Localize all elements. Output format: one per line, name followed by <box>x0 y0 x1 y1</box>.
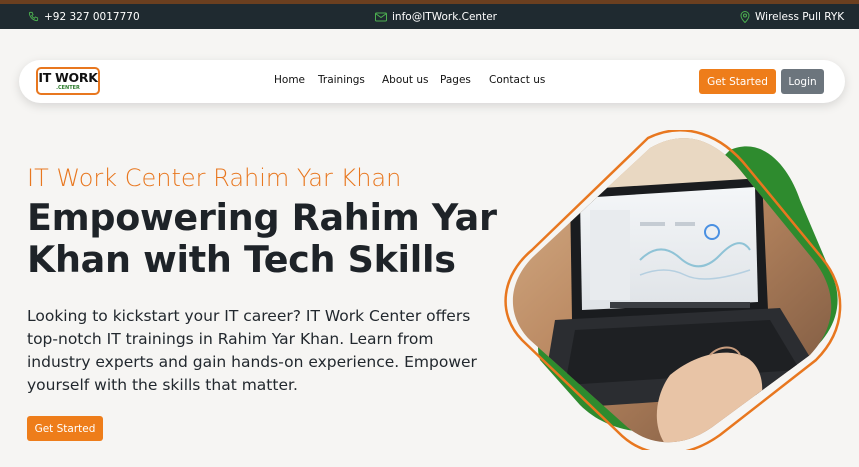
email-contact[interactable]: info@ITWork.Center <box>375 4 497 29</box>
hero-get-started-button[interactable]: Get Started <box>27 416 103 441</box>
location-text: Wireless Pull RYK <box>755 10 845 23</box>
nav-item-trainings[interactable]: Trainings <box>318 74 365 86</box>
logo-subtext: .CENTER <box>56 85 80 91</box>
top-info-bar: +92 327 0017770 info@ITWork.Center Wirel… <box>0 4 859 29</box>
hero-headline: Empowering Rahim Yar Khan with Tech Skil… <box>27 196 497 281</box>
get-started-button[interactable]: Get Started <box>699 69 776 94</box>
nav-item-contact[interactable]: Contact us <box>489 74 545 86</box>
login-button[interactable]: Login <box>781 69 824 94</box>
logo-text: IT WORK <box>38 70 98 85</box>
hero-image <box>504 130 842 450</box>
site-logo[interactable]: IT WORK .CENTER <box>36 67 100 95</box>
nav-item-about[interactable]: About us <box>382 74 429 86</box>
phone-icon <box>28 11 39 22</box>
laptop-photo <box>512 138 832 443</box>
map-pin-icon <box>740 10 750 23</box>
envelope-icon <box>375 12 387 21</box>
hero-description: Looking to kickstart your IT career? IT … <box>27 307 477 394</box>
nav-item-home[interactable]: Home <box>274 74 305 86</box>
main-navbar: IT WORK .CENTER Home Trainings About us … <box>19 60 845 103</box>
phone-contact[interactable]: +92 327 0017770 <box>28 4 140 29</box>
phone-number: +92 327 0017770 <box>44 10 140 23</box>
location-contact[interactable]: Wireless Pull RYK <box>740 4 844 29</box>
email-address: info@ITWork.Center <box>392 10 497 23</box>
hero-subtitle: IT Work Center Rahim Yar Khan <box>27 164 402 192</box>
nav-item-pages[interactable]: Pages <box>440 74 471 86</box>
